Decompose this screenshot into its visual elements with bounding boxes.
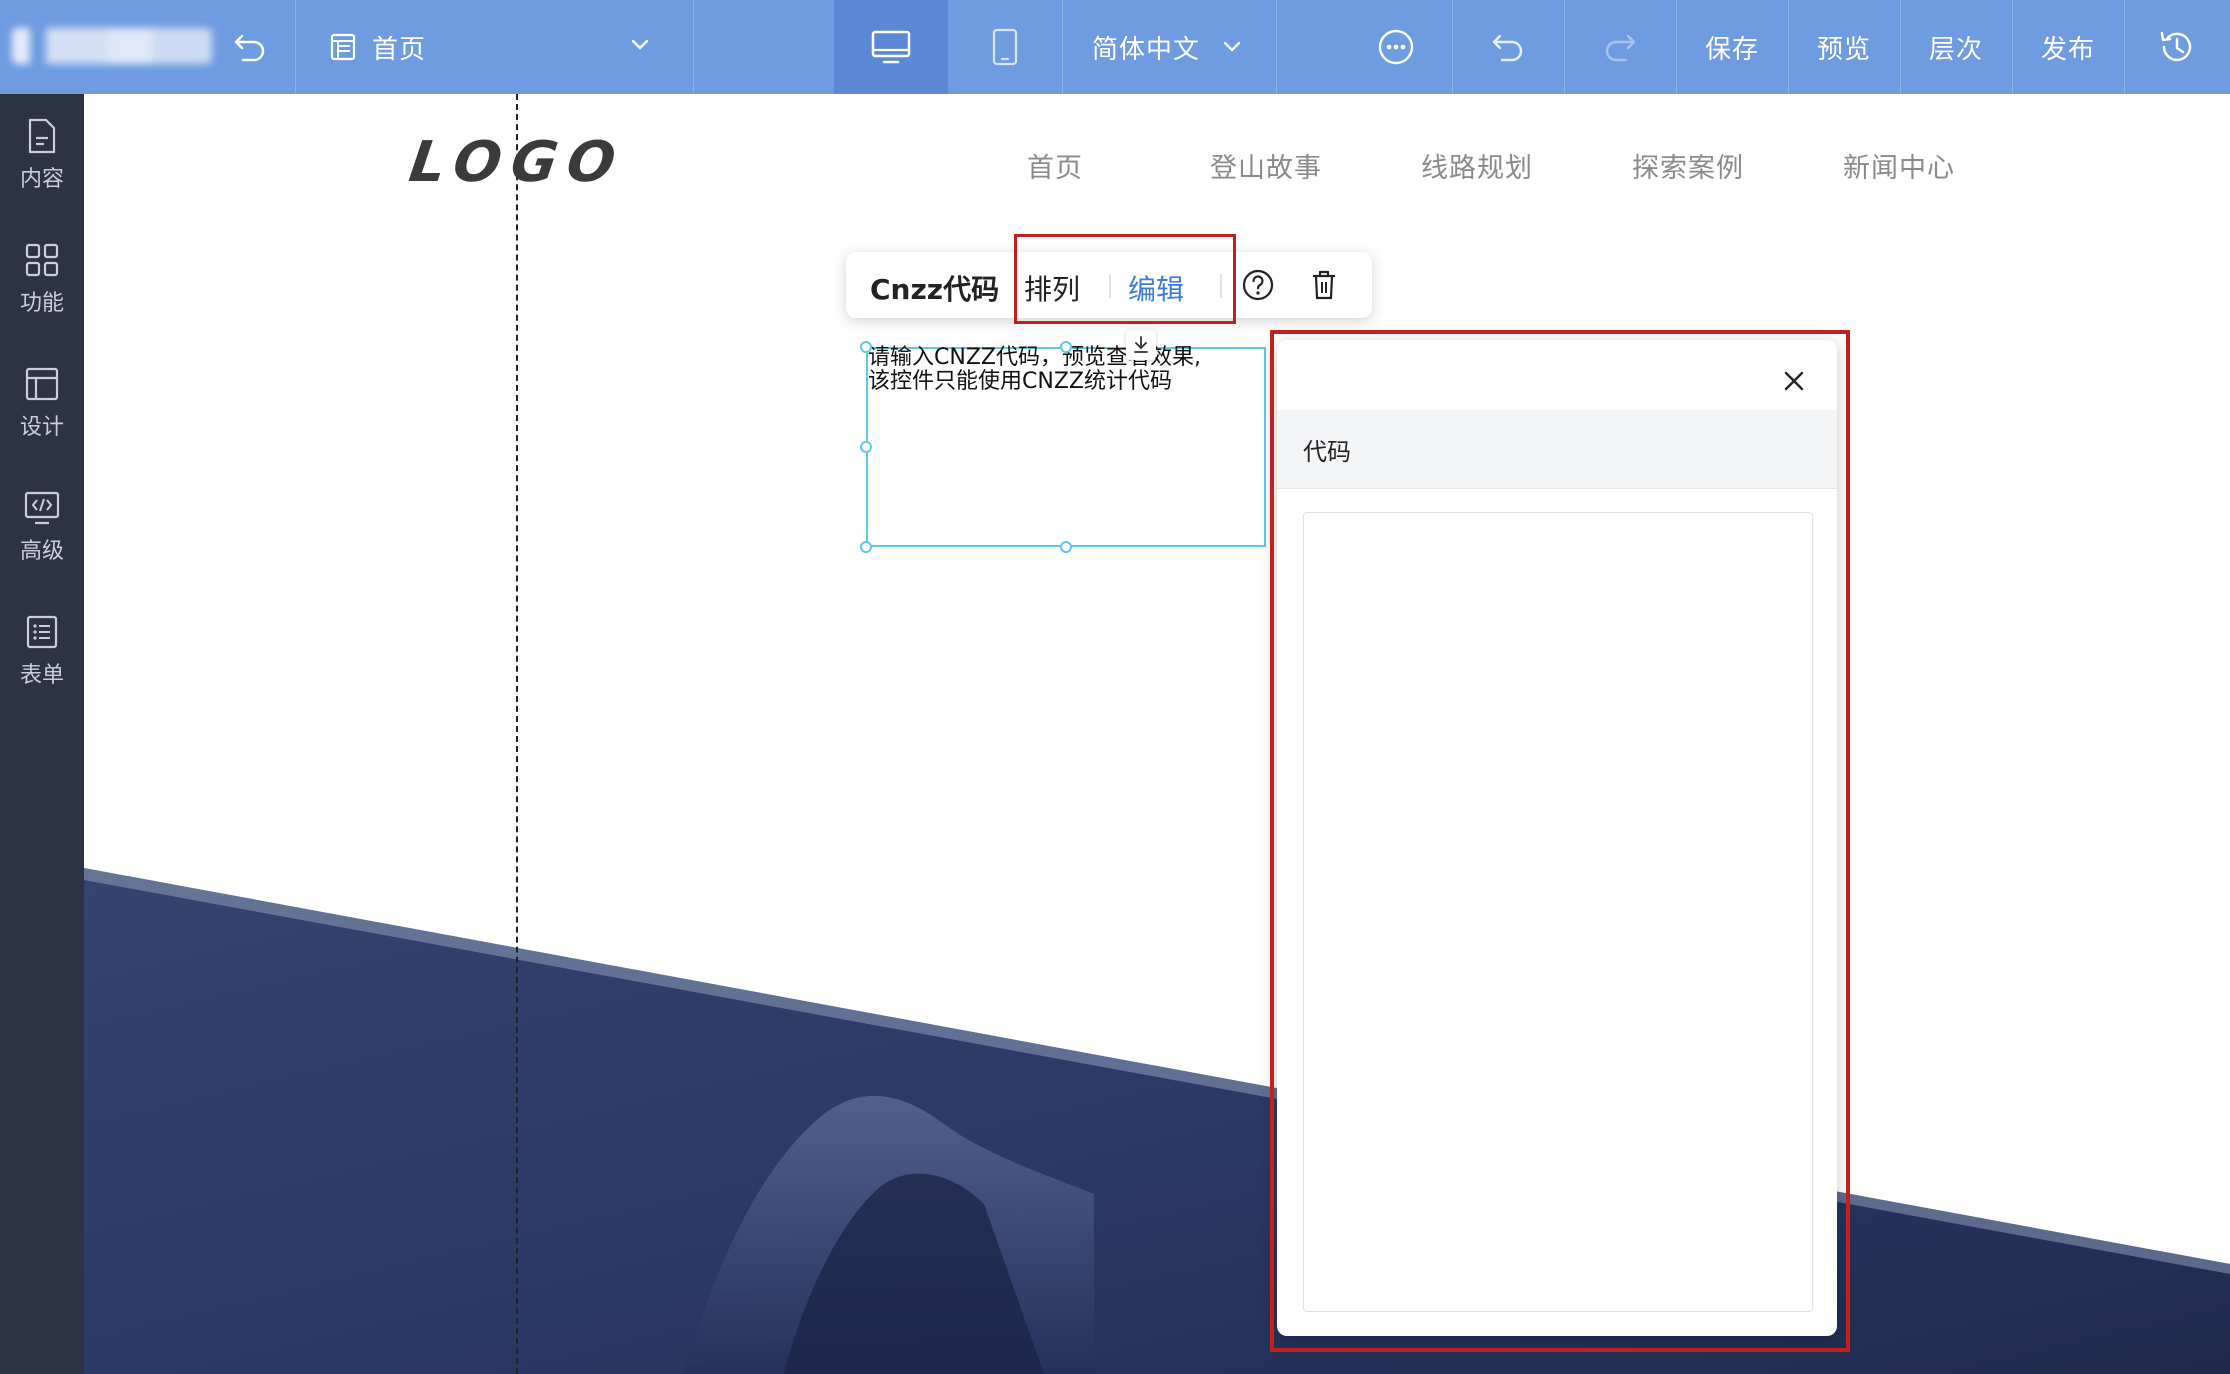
history-button[interactable] xyxy=(2124,0,2230,94)
resize-handle[interactable] xyxy=(860,541,872,553)
download-icon xyxy=(1134,336,1148,353)
chevron-down-icon xyxy=(631,39,649,50)
undo-icon xyxy=(1492,34,1523,62)
layout-icon xyxy=(25,367,59,401)
mobile-icon xyxy=(992,28,1018,66)
nav-item-home[interactable]: 首页 xyxy=(1027,146,1083,185)
resize-handle[interactable] xyxy=(860,341,872,353)
history-clock-icon xyxy=(2160,31,2192,62)
top-toolbar: 首页 简体中文 保存 预览 层次 发布 xyxy=(0,0,2230,94)
resize-handle[interactable] xyxy=(1060,341,1072,353)
layers-button[interactable]: 层次 xyxy=(1900,0,2012,94)
help-icon xyxy=(1242,269,1274,301)
language-label: 简体中文 xyxy=(1092,34,1201,65)
publish-button[interactable]: 发布 xyxy=(2012,0,2124,94)
preview-button[interactable]: 预览 xyxy=(1788,0,1900,94)
desktop-icon xyxy=(871,30,911,64)
nav-item-routes[interactable]: 线路规划 xyxy=(1421,146,1533,185)
widget-title: Cnzz代码 xyxy=(870,273,1000,306)
back-arrow-button[interactable] xyxy=(228,0,272,94)
page-selector[interactable]: 首页 xyxy=(328,0,668,94)
resize-handle[interactable] xyxy=(1060,541,1072,553)
highlight-box xyxy=(1270,330,1850,1352)
document-icon xyxy=(28,118,56,154)
layout-guide-line xyxy=(516,94,518,1374)
language-selector[interactable]: 简体中文 xyxy=(1092,0,1272,94)
mobile-view-button[interactable] xyxy=(948,0,1062,94)
page-name: 首页 xyxy=(372,34,427,65)
sidebar-item-content[interactable]: 内容 xyxy=(0,100,84,210)
delete-button[interactable] xyxy=(1304,265,1344,305)
code-monitor-icon xyxy=(24,491,60,525)
sidebar-item-design[interactable]: 设计 xyxy=(0,348,84,458)
site-logo[interactable]: LOGO xyxy=(405,130,629,195)
download-button[interactable] xyxy=(1126,330,1156,360)
sidebar-item-label: 内容 xyxy=(19,167,64,192)
undo-button[interactable] xyxy=(1452,0,1564,94)
left-sidebar: 内容 功能 设计 高级 表单 xyxy=(0,94,84,1374)
save-button[interactable]: 保存 xyxy=(1676,0,1788,94)
resize-handle[interactable] xyxy=(860,441,872,453)
more-dots-icon xyxy=(1378,29,1414,65)
redo-icon xyxy=(1605,34,1636,62)
nav-item-news[interactable]: 新闻中心 xyxy=(1843,146,1955,185)
sidebar-item-forms[interactable]: 表单 xyxy=(0,596,84,706)
cnzz-widget-text: 请输入CNZZ代码，预览查看效果, 该控件只能使用CNZZ统计代码 xyxy=(868,346,1268,394)
sidebar-item-label: 设计 xyxy=(19,415,64,440)
sidebar-item-label: 高级 xyxy=(19,539,64,564)
nav-item-cases[interactable]: 探索案例 xyxy=(1632,146,1744,185)
help-button[interactable] xyxy=(1238,265,1278,305)
site-name-blurred xyxy=(12,28,212,64)
list-icon xyxy=(26,615,58,649)
more-options-button[interactable] xyxy=(1340,0,1452,94)
sidebar-item-label: 表单 xyxy=(19,663,64,688)
return-arrow-icon xyxy=(234,34,265,62)
chevron-down-icon xyxy=(1223,41,1241,52)
trash-icon xyxy=(1313,270,1335,300)
page-icon xyxy=(330,33,356,61)
desktop-view-button[interactable] xyxy=(834,0,948,94)
sidebar-item-functions[interactable]: 功能 xyxy=(0,224,84,334)
redo-button[interactable] xyxy=(1564,0,1676,94)
sidebar-item-advanced[interactable]: 高级 xyxy=(0,472,84,582)
widget-text-line: 该控件只能使用CNZZ统计代码 xyxy=(868,369,1172,394)
editor-canvas[interactable]: LOGO 首页 登山故事 线路规划 探索案例 新闻中心 请输入CNZZ代码，预览… xyxy=(84,94,2230,1374)
grid-icon xyxy=(25,243,59,277)
nav-item-stories[interactable]: 登山故事 xyxy=(1210,146,1322,185)
highlight-box xyxy=(1014,234,1236,324)
sidebar-item-label: 功能 xyxy=(19,291,64,316)
